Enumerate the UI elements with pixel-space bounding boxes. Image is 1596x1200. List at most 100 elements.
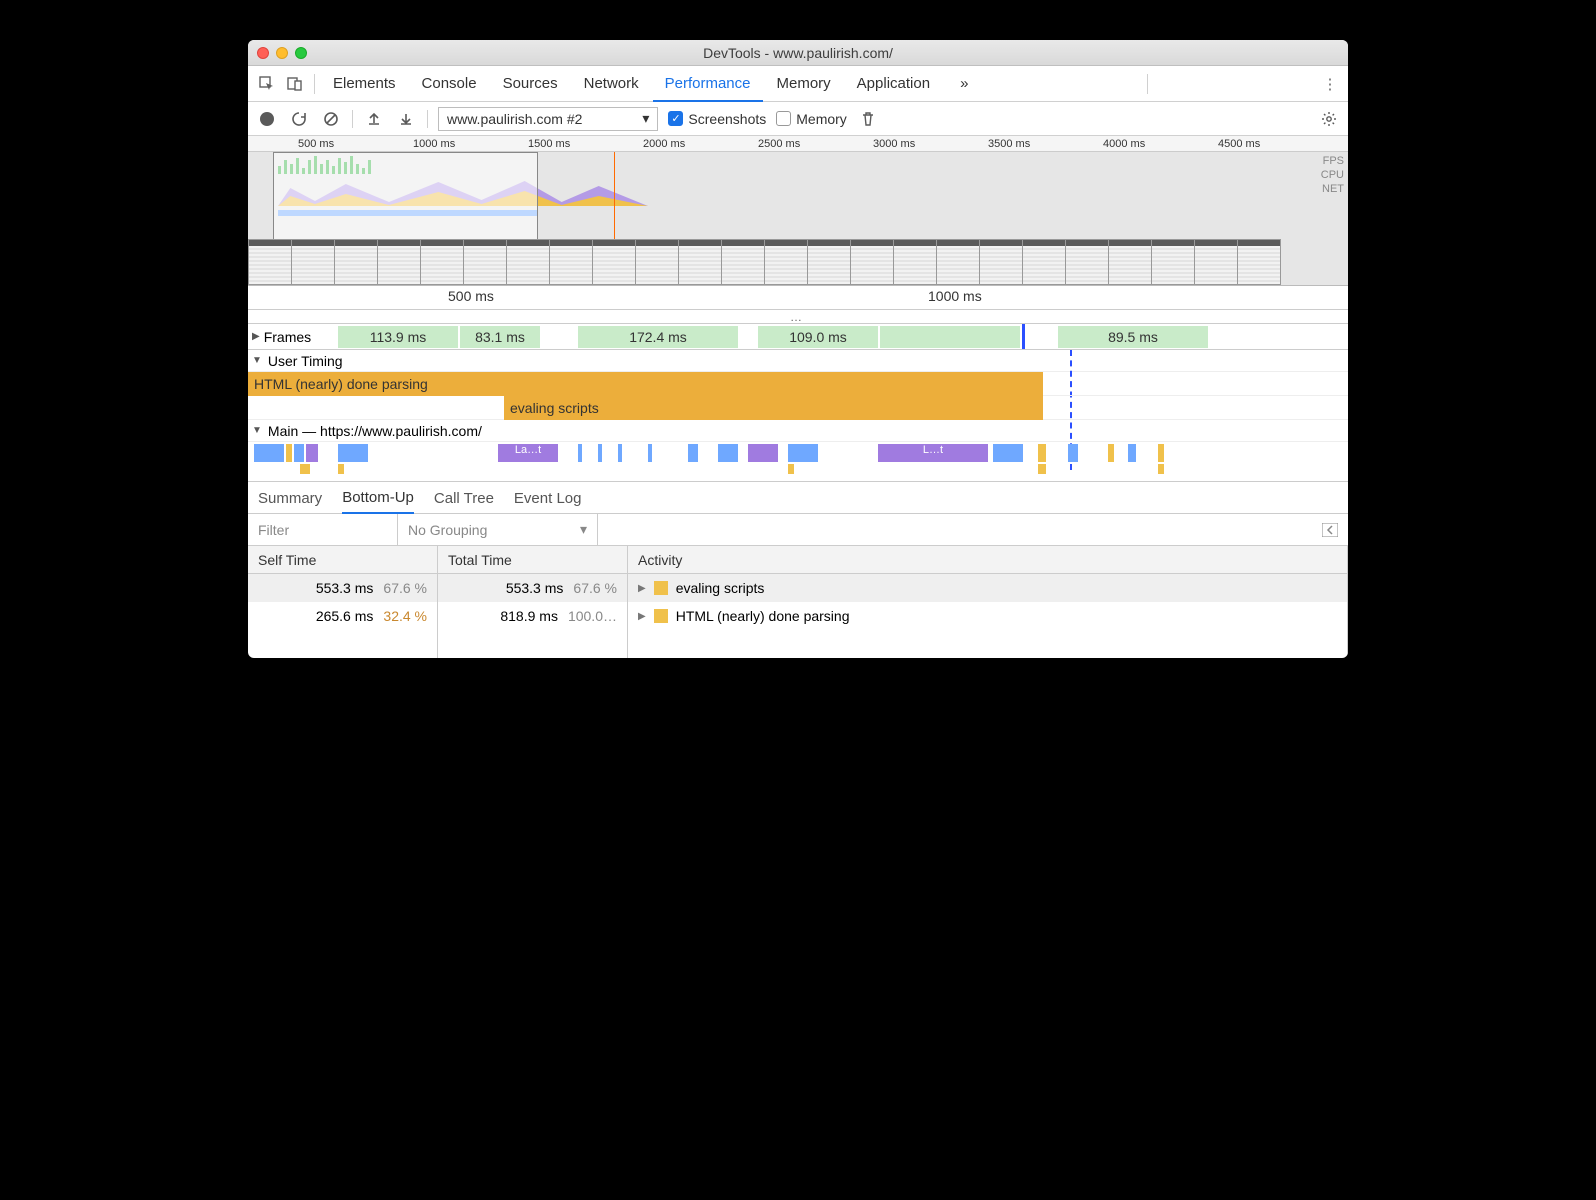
flame-segment[interactable] bbox=[1158, 464, 1164, 474]
col-self-time[interactable]: Self Time bbox=[248, 546, 438, 573]
filmstrip-thumb[interactable] bbox=[721, 239, 765, 285]
flame-segment[interactable] bbox=[1108, 444, 1114, 462]
collect-garbage-button[interactable] bbox=[857, 108, 879, 130]
filmstrip-thumb[interactable] bbox=[463, 239, 507, 285]
details-tab-summary[interactable]: Summary bbox=[258, 490, 322, 513]
frame-block[interactable]: 83.1 ms bbox=[460, 326, 540, 348]
table-row[interactable]: 265.6 ms32.4 %818.9 ms100.0…▶HTML (nearl… bbox=[248, 602, 1348, 630]
filmstrip-thumb[interactable] bbox=[1108, 239, 1152, 285]
frame-block[interactable]: 113.9 ms bbox=[338, 326, 458, 348]
tabs-overflow-button[interactable]: » bbox=[948, 66, 980, 102]
flame-segment[interactable] bbox=[788, 444, 818, 462]
flame-segment[interactable] bbox=[618, 444, 622, 462]
table-row[interactable]: 553.3 ms67.6 %553.3 ms67.6 %▶evaling scr… bbox=[248, 574, 1348, 602]
tab-elements[interactable]: Elements bbox=[321, 66, 408, 102]
flame-segment[interactable] bbox=[748, 444, 778, 462]
filmstrip-thumb[interactable] bbox=[635, 239, 679, 285]
flame-segment[interactable] bbox=[598, 444, 602, 462]
flame-segment[interactable] bbox=[254, 444, 284, 462]
grouping-select[interactable]: No Grouping ▾ bbox=[398, 514, 598, 545]
flame-segment[interactable] bbox=[294, 444, 304, 462]
load-profile-button[interactable] bbox=[363, 108, 385, 130]
user-timing-row[interactable]: evaling scripts bbox=[248, 396, 1348, 420]
timeline-overview[interactable]: 500 ms1000 ms1500 ms2000 ms2500 ms3000 m… bbox=[248, 136, 1348, 286]
reload-record-button[interactable] bbox=[288, 108, 310, 130]
filmstrip-thumb[interactable] bbox=[1022, 239, 1066, 285]
inspect-icon[interactable] bbox=[254, 71, 280, 97]
frame-block[interactable]: 172.4 ms bbox=[578, 326, 738, 348]
expand-icon[interactable]: ▶ bbox=[252, 331, 260, 342]
filmstrip-thumb[interactable] bbox=[678, 239, 722, 285]
filmstrip-thumb[interactable] bbox=[377, 239, 421, 285]
flame-segment[interactable] bbox=[648, 444, 652, 462]
user-timing-bar[interactable]: HTML (nearly) done parsing bbox=[248, 372, 1043, 396]
tab-memory[interactable]: Memory bbox=[765, 66, 843, 102]
filter-input[interactable]: Filter bbox=[248, 514, 398, 545]
collapse-icon[interactable]: ▼ bbox=[252, 355, 262, 366]
flame-segment[interactable]: L…t bbox=[878, 444, 988, 462]
col-activity[interactable]: Activity bbox=[628, 546, 1348, 573]
filmstrip-thumb[interactable] bbox=[893, 239, 937, 285]
flame-segment[interactable] bbox=[338, 464, 344, 474]
user-timing-header[interactable]: ▼ User Timing bbox=[248, 350, 1348, 372]
filmstrip-thumb[interactable] bbox=[291, 239, 335, 285]
user-timing-row[interactable]: HTML (nearly) done parsing bbox=[248, 372, 1348, 396]
filmstrip-thumb[interactable] bbox=[1237, 239, 1281, 285]
screenshots-toggle[interactable]: ✓ Screenshots bbox=[668, 111, 766, 127]
filmstrip-thumb[interactable] bbox=[807, 239, 851, 285]
filmstrip-thumb[interactable] bbox=[420, 239, 464, 285]
memory-toggle[interactable]: Memory bbox=[776, 111, 847, 127]
collapse-icon[interactable]: ▼ bbox=[252, 425, 262, 436]
kebab-menu-icon[interactable]: ⋮ bbox=[1318, 75, 1342, 93]
flame-segment[interactable] bbox=[1158, 444, 1164, 462]
filmstrip-thumb[interactable] bbox=[936, 239, 980, 285]
flame-segment[interactable]: La…t bbox=[498, 444, 558, 462]
expand-icon[interactable]: ▶ bbox=[638, 611, 646, 622]
filmstrip-thumb[interactable] bbox=[1065, 239, 1109, 285]
filmstrip-thumb[interactable] bbox=[549, 239, 593, 285]
flame-segment[interactable] bbox=[286, 444, 292, 462]
user-timing-bar[interactable]: evaling scripts bbox=[504, 396, 1043, 420]
record-button[interactable] bbox=[256, 108, 278, 130]
tab-console[interactable]: Console bbox=[410, 66, 489, 102]
collapsed-tracks-row[interactable]: … bbox=[248, 310, 1348, 324]
frame-block[interactable]: 89.5 ms bbox=[1058, 326, 1208, 348]
expand-icon[interactable]: ▶ bbox=[638, 583, 646, 594]
details-tab-call-tree[interactable]: Call Tree bbox=[434, 490, 494, 513]
overview-body[interactable]: FPS CPU NET bbox=[248, 152, 1348, 285]
clear-button[interactable] bbox=[320, 108, 342, 130]
flame-segment[interactable] bbox=[1128, 444, 1136, 462]
settings-gear-icon[interactable] bbox=[1318, 108, 1340, 130]
filmstrip-thumb[interactable] bbox=[850, 239, 894, 285]
filmstrip-thumb[interactable] bbox=[506, 239, 550, 285]
recording-select[interactable]: www.paulirish.com #2 ▾ bbox=[438, 107, 658, 131]
filmstrip-thumb[interactable] bbox=[1151, 239, 1195, 285]
details-tab-event-log[interactable]: Event Log bbox=[514, 490, 582, 513]
filmstrip-thumb[interactable] bbox=[592, 239, 636, 285]
frames-track[interactable]: ▶ Frames 113.9 ms83.1 ms172.4 ms109.0 ms… bbox=[248, 324, 1348, 350]
filmstrip-thumb[interactable] bbox=[979, 239, 1023, 285]
flame-segment[interactable] bbox=[1038, 444, 1046, 462]
filmstrip-thumb[interactable] bbox=[248, 239, 292, 285]
filmstrip-thumb[interactable] bbox=[334, 239, 378, 285]
flame-segment[interactable] bbox=[578, 444, 582, 462]
col-total-time[interactable]: Total Time bbox=[438, 546, 628, 573]
tab-application[interactable]: Application bbox=[845, 66, 942, 102]
main-thread-header[interactable]: ▼ Main — https://www.paulirish.com/ bbox=[248, 420, 1348, 442]
details-tab-bottom-up[interactable]: Bottom-Up bbox=[342, 489, 414, 514]
flame-segment[interactable] bbox=[1038, 464, 1046, 474]
flame-segment[interactable] bbox=[688, 444, 698, 462]
tab-sources[interactable]: Sources bbox=[491, 66, 570, 102]
tab-network[interactable]: Network bbox=[572, 66, 651, 102]
main-thread-track[interactable]: La…t L…t bbox=[248, 442, 1348, 482]
flame-segment[interactable] bbox=[306, 444, 318, 462]
filmstrip-thumb[interactable] bbox=[1194, 239, 1238, 285]
filmstrip-thumb[interactable] bbox=[764, 239, 808, 285]
tab-performance[interactable]: Performance bbox=[653, 66, 763, 102]
save-profile-button[interactable] bbox=[395, 108, 417, 130]
flame-segment[interactable] bbox=[300, 464, 310, 474]
device-toggle-icon[interactable] bbox=[282, 71, 308, 97]
frame-block[interactable] bbox=[880, 326, 1020, 348]
flame-segment[interactable] bbox=[993, 444, 1023, 462]
flame-segment[interactable] bbox=[718, 444, 738, 462]
